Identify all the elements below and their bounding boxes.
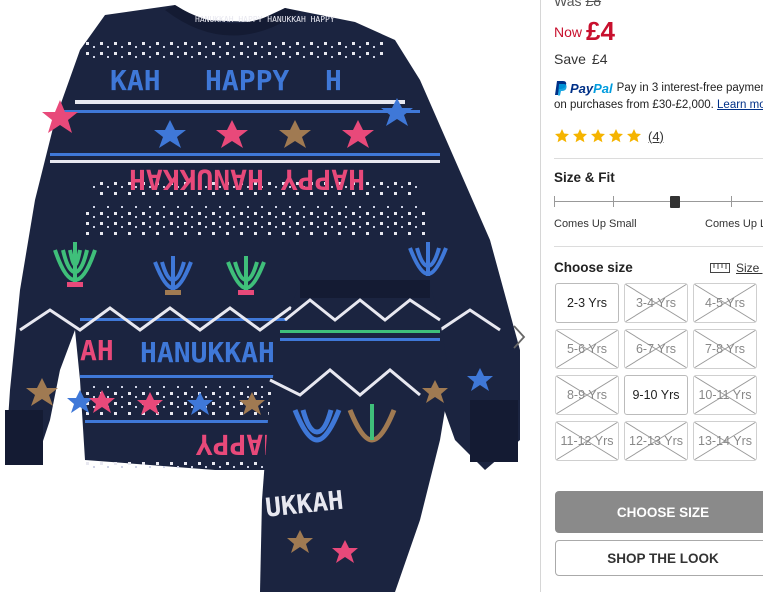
size-option-label: 7-8 Yrs: [704, 342, 746, 356]
size-guide-label: Size guide: [736, 261, 763, 275]
svg-text:HANUKKAH HAPPY HANUKKAH HAPPY: HANUKKAH HAPPY HANUKKAH HAPPY: [195, 15, 335, 24]
ruler-icon: [710, 263, 730, 273]
size-option-4-5-yrs[interactable]: 4-5 Yrs: [693, 283, 757, 323]
next-image-button[interactable]: [507, 320, 531, 354]
svg-text:HAPPY HANUKKAH: HAPPY HANUKKAH: [129, 163, 365, 196]
paypal-line1: Pay in 3 interest-free payments: [616, 82, 763, 94]
was-price-row: Was £8: [554, 0, 601, 9]
paypal-logo: PayPal: [554, 80, 613, 96]
star-icon: [609, 129, 623, 143]
choose-size-title: Choose size: [554, 260, 633, 275]
svg-text:HAPPY: HAPPY: [205, 64, 289, 97]
was-label: Was: [554, 0, 582, 9]
was-price: £8: [585, 0, 602, 9]
size-option-2-3-yrs[interactable]: 2-3 Yrs: [555, 283, 619, 323]
save-amount: £4: [591, 51, 608, 67]
paypal-word-pal: Pal: [593, 80, 613, 96]
paypal-learn-more-link[interactable]: Learn more: [717, 99, 763, 111]
size-option-label: 5-6 Yrs: [566, 342, 608, 356]
size-option-11-12-yrs[interactable]: 11-12 Yrs: [555, 421, 619, 461]
divider: [554, 158, 763, 159]
size-option-9-10-yrs[interactable]: 9-10 Yrs: [624, 375, 688, 415]
size-option-3-4-yrs[interactable]: 3-4 Yrs: [624, 283, 688, 323]
paypal-banner: PayPal Pay in 3 interest-free payments o…: [554, 80, 763, 112]
size-option-label: 10-11 Yrs: [698, 388, 752, 402]
divider: [554, 246, 763, 247]
star-rating: [554, 128, 644, 144]
fit-marker: [670, 196, 680, 208]
review-count-link[interactable]: (4): [648, 129, 664, 144]
pane-divider: [540, 0, 541, 592]
product-details: Was £8 Now £4 Save £4 PayPal Pay in 3 inter…: [554, 0, 763, 592]
size-option-8-9-yrs[interactable]: 8-9 Yrs: [555, 375, 619, 415]
size-guide-link[interactable]: Size guide: [710, 261, 763, 275]
star-icon: [591, 129, 605, 143]
size-option-label: 4-5 Yrs: [704, 296, 746, 310]
size-option-label: 11-12 Yrs: [560, 434, 614, 448]
chevron-right-icon: [513, 325, 526, 349]
size-option-label: 12-13 Yrs: [629, 434, 683, 448]
star-icon: [573, 129, 587, 143]
right-cuff: [470, 400, 518, 462]
size-option-label: 8-9 Yrs: [566, 388, 608, 402]
svg-text:HANUKKAH: HANUKKAH: [140, 336, 275, 369]
size-option-label: 9-10 Yrs: [632, 388, 680, 402]
left-cuff: [5, 410, 43, 465]
size-option-7-8-yrs[interactable]: 7-8 Yrs: [693, 329, 757, 369]
fit-right-label: Comes Up Large: [705, 218, 763, 230]
size-option-label: 2-3 Yrs: [566, 296, 608, 310]
svg-text:AH: AH: [80, 334, 114, 367]
now-price-row: Now £4: [554, 16, 615, 47]
size-option-12-13-yrs[interactable]: 12-13 Yrs: [624, 421, 688, 461]
fit-scale: [554, 196, 763, 208]
size-option-10-11-yrs[interactable]: 10-11 Yrs: [693, 375, 757, 415]
product-image[interactable]: KAH HAPPY H HAPPY HANUKKAH AH HANUKKAH H…: [0, 0, 540, 592]
product-image-pane: KAH HAPPY H HAPPY HANUKKAH AH HANUKKAH H…: [0, 0, 540, 592]
fit-left-label: Comes Up Small: [554, 218, 637, 230]
svg-text:KAH: KAH: [110, 64, 161, 97]
star-icon: [555, 129, 569, 143]
paypal-p-icon: [554, 80, 568, 96]
star-icon: [627, 129, 641, 143]
size-fit-title: Size & Fit: [554, 170, 615, 185]
rating-row[interactable]: (4): [554, 128, 664, 144]
size-option-label: 3-4 Yrs: [635, 296, 677, 310]
save-label: Save: [554, 51, 586, 67]
svg-text:H: H: [325, 64, 342, 97]
save-row: Save £4: [554, 51, 608, 67]
size-option-label: 6-7 Yrs: [635, 342, 677, 356]
size-option-13-14-yrs[interactable]: 13-14 Yrs: [693, 421, 757, 461]
size-option-5-6-yrs[interactable]: 5-6 Yrs: [555, 329, 619, 369]
choose-size-button[interactable]: CHOOSE SIZE: [555, 491, 763, 533]
pants: [260, 280, 450, 592]
size-option-6-7-yrs[interactable]: 6-7 Yrs: [624, 329, 688, 369]
paypal-word-pay: Pay: [570, 80, 594, 96]
now-label: Now: [554, 24, 583, 40]
size-option-label: 13-14 Yrs: [698, 434, 752, 448]
now-price: £4: [586, 16, 615, 46]
shop-the-look-button[interactable]: SHOP THE LOOK: [555, 540, 763, 576]
paypal-line2: on purchases from £30-£2,000.: [554, 99, 714, 111]
